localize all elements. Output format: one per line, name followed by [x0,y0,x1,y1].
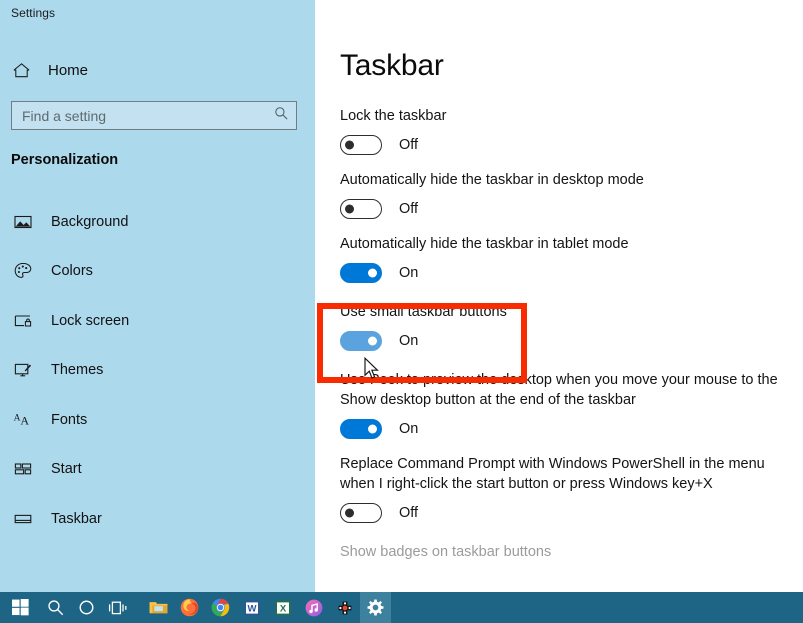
windows-logo-icon [11,599,29,616]
setting-auto-hide-desktop-mode: Automatically hide the taskbar in deskto… [340,170,790,220]
firefox-icon [179,597,200,618]
setting-label: Replace Command Prompt with Windows Powe… [340,456,765,492]
task-view-icon [108,598,128,618]
sidebar-item-lock-screen-label: Lock screen [51,312,130,329]
search-icon [46,598,65,617]
toggle-row: On [340,262,790,284]
toggle-state-label: Off [399,201,419,217]
section-title-personalization: Personalization [11,152,119,168]
setting-use-peek: Use Peek to preview the desktop when you… [340,370,790,440]
setting-replace-command-prompt: Replace Command Prompt with Windows Powe… [340,454,790,524]
auto-hide-desktop-mode-toggle[interactable] [340,199,382,219]
setting-use-small-taskbar-buttons: Use small taskbar buttons On [340,302,790,352]
setting-label: Show badges on taskbar buttons [340,544,552,560]
auto-hide-tablet-mode-toggle[interactable] [340,263,382,283]
excel-icon: X [273,598,293,618]
sidebar-item-themes[interactable]: Themes [0,346,315,396]
taskbar-app-button[interactable] [329,592,360,623]
toggle-row: Off [340,502,790,524]
sidebar-item-start[interactable]: Start [0,445,315,495]
word-icon: W [242,598,262,618]
taskbar-file-explorer-button[interactable] [143,592,174,623]
search-placeholder: Find a setting [22,107,107,124]
sidebar-item-home-label: Home [48,61,89,79]
folder-icon [148,597,169,618]
themes-brush-icon [13,360,33,380]
taskbar-search-button[interactable] [40,592,71,623]
page-title: Taskbar [340,49,444,82]
start-tiles-icon [13,459,33,479]
palette-icon [13,261,33,281]
toggle-state-label: Off [399,505,419,521]
main-content: Taskbar Lock the taskbar Off Automatical… [315,0,803,592]
sidebar: Settings Home Find a setting Personaliza… [0,0,315,592]
sidebar-item-background-label: Background [51,213,129,230]
setting-lock-the-taskbar: Lock the taskbar Off [340,106,790,156]
sidebar-item-start-label: Start [51,461,82,478]
toggle-state-label: On [399,421,419,437]
lock-screen-icon [13,311,33,331]
use-peek-toggle[interactable] [340,419,382,439]
replace-command-prompt-toggle[interactable] [340,503,382,523]
settings-window: Settings Home Find a setting Personaliza… [0,0,803,623]
search-icon [274,106,289,126]
cortana-circle-icon [77,598,96,617]
search-input[interactable]: Find a setting [11,101,297,130]
sidebar-item-fonts[interactable]: A A Fonts [0,395,315,445]
taskbar-task-view-button[interactable] [102,592,133,623]
setting-label: Automatically hide the taskbar in deskto… [340,172,644,188]
sidebar-item-home[interactable]: Home [11,56,88,84]
fonts-aa-icon: A A [13,410,33,430]
setting-label: Use Peek to preview the desktop when you… [340,372,778,408]
windows-taskbar: W X [0,592,803,623]
setting-label: Lock the taskbar [340,108,447,124]
toggle-row: Off [340,198,790,220]
taskbar-itunes-button[interactable] [298,592,329,623]
setting-show-badges: Show badges on taskbar buttons [340,542,790,562]
image-icon [13,212,33,232]
svg-text:A: A [20,413,29,427]
sidebar-item-taskbar-label: Taskbar [51,510,102,527]
dark-app-icon [335,598,355,618]
itunes-icon [304,598,324,618]
setting-label: Automatically hide the taskbar in tablet… [340,236,629,252]
taskbar-cortana-button[interactable] [71,592,102,623]
sidebar-nav: Background Colors Lock screen Themes A A… [0,197,315,544]
taskbar-settings-button[interactable] [360,592,391,623]
settings-list: Lock the taskbar Off Automatically hide … [340,106,790,576]
sidebar-item-taskbar[interactable]: Taskbar [0,494,315,544]
taskbar-start-button[interactable] [0,592,40,623]
sidebar-item-themes-label: Themes [51,362,104,379]
sidebar-item-colors[interactable]: Colors [0,247,315,297]
home-icon [11,60,31,80]
lock-the-taskbar-toggle[interactable] [340,135,382,155]
toggle-row: On [340,330,790,352]
gear-icon [366,598,385,617]
taskbar-icon [13,509,33,529]
toggle-state-label: On [399,333,419,349]
taskbar-chrome-button[interactable] [205,592,236,623]
toggle-row: On [340,418,790,440]
taskbar-firefox-button[interactable] [174,592,205,623]
taskbar-excel-button[interactable]: X [267,592,298,623]
toggle-state-label: On [399,265,419,281]
svg-text:W: W [247,603,256,614]
window-title: Settings [11,6,56,20]
use-small-taskbar-buttons-toggle[interactable] [340,331,382,351]
sidebar-item-lock-screen[interactable]: Lock screen [0,296,315,346]
setting-label: Use small taskbar buttons [340,304,507,320]
svg-text:X: X [279,603,286,614]
toggle-row: Off [340,134,790,156]
taskbar-empty-area[interactable] [391,592,803,623]
chrome-icon [210,597,231,618]
sidebar-item-colors-label: Colors [51,263,93,280]
sidebar-item-background[interactable]: Background [0,197,315,247]
toggle-state-label: Off [399,137,419,153]
sidebar-item-fonts-label: Fonts [51,411,88,428]
taskbar-word-button[interactable]: W [236,592,267,623]
setting-auto-hide-tablet-mode: Automatically hide the taskbar in tablet… [340,234,790,284]
